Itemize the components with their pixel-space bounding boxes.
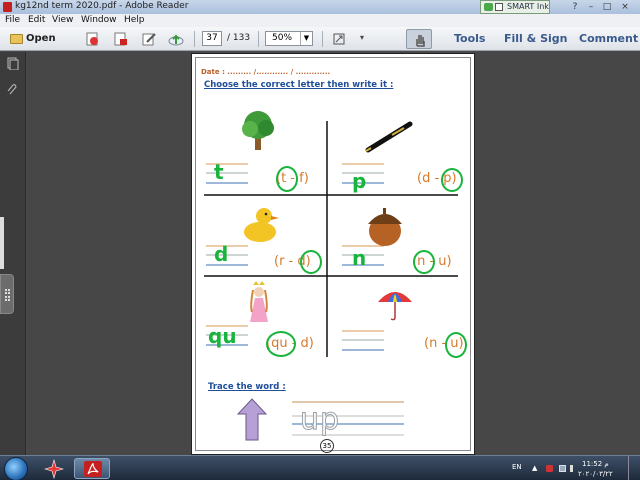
help-icon[interactable]: ? xyxy=(570,2,580,12)
clock-date: ٢٠٢٠/٠٣/٢٢ xyxy=(578,470,613,478)
zoom-value: 50% xyxy=(272,33,293,43)
navigation-pane-handle[interactable] xyxy=(0,274,14,314)
answer-circle-u xyxy=(445,332,467,358)
export-pdf-icon[interactable] xyxy=(112,31,128,47)
toolbar-separator xyxy=(258,31,259,47)
folder-icon xyxy=(10,34,23,44)
tools-pane-link[interactable]: Tools xyxy=(454,32,485,45)
volume-icon[interactable] xyxy=(570,465,577,472)
chevron-down-icon[interactable]: ▼ xyxy=(300,32,312,45)
system-clock[interactable]: 11:52 م ٢٠٢٠/٠٣/٢٢ xyxy=(578,459,613,479)
show-desktop-button[interactable] xyxy=(628,456,640,480)
smart-ink-toolbar[interactable]: SMART Ink xyxy=(480,0,550,14)
hand-tool-button[interactable] xyxy=(406,29,432,49)
navigation-pane xyxy=(0,52,26,455)
menu-bar: File Edit View Window Help xyxy=(0,14,640,27)
close-button[interactable]: × xyxy=(620,2,630,12)
hand-icon xyxy=(416,35,425,47)
answer-circle-t xyxy=(276,166,298,192)
page-number-input[interactable]: 37 xyxy=(202,31,222,46)
adobe-reader-icon xyxy=(84,461,102,477)
trace-word: up xyxy=(299,402,341,438)
pdf-page: Date : ......... /............ / .......… xyxy=(191,53,475,455)
answer-t: t xyxy=(214,160,224,184)
fit-page-icon[interactable] xyxy=(331,31,347,47)
answer-p: p xyxy=(352,169,367,193)
title-bar: kg12nd term 2020.pdf - Adobe Reader SMAR… xyxy=(0,0,640,14)
menu-help[interactable]: Help xyxy=(124,15,145,25)
answer-circle-qu xyxy=(266,331,296,357)
writing-lines-1 xyxy=(206,163,248,184)
duck-picture xyxy=(244,208,279,242)
clock-time: 11:52 م xyxy=(582,460,609,468)
menu-window[interactable]: Window xyxy=(81,15,117,25)
answer-qu: qu xyxy=(208,324,237,348)
open-label: Open xyxy=(26,33,56,44)
start-button[interactable] xyxy=(4,457,28,480)
cloud-upload-icon[interactable] xyxy=(168,31,184,47)
writing-lines-6 xyxy=(342,330,384,351)
page-thumbnails-icon[interactable] xyxy=(6,57,19,70)
umbrella-picture xyxy=(378,292,412,321)
answer-n: n xyxy=(352,246,367,270)
more-tools-chevron-icon[interactable]: ▾ xyxy=(360,33,364,42)
toolbar: Open 37 / 133 50% ▼ ▾ Tools Fill & Sign … xyxy=(0,27,640,51)
answer-d: d xyxy=(214,242,229,266)
acorn-picture xyxy=(368,208,402,246)
maximize-button[interactable]: □ xyxy=(602,2,612,12)
minimize-button[interactable]: – xyxy=(586,2,596,12)
taskbar-adobe-reader[interactable] xyxy=(74,458,110,479)
menu-edit[interactable]: Edit xyxy=(28,15,45,25)
open-button[interactable]: Open xyxy=(6,30,58,48)
create-pdf-icon[interactable] xyxy=(84,31,100,47)
page-number-label: 35 xyxy=(320,439,334,453)
answer-circle-p xyxy=(441,168,463,192)
answer-circle-n xyxy=(413,250,435,274)
smart-ink-label: SMART Ink xyxy=(507,2,549,11)
edit-pdf-icon[interactable] xyxy=(141,31,157,47)
pane-edge-tab xyxy=(0,217,4,269)
window-title: kg12nd term 2020.pdf - Adobe Reader xyxy=(15,1,189,11)
pen-picture xyxy=(365,121,413,153)
queen-picture xyxy=(250,281,268,322)
menu-view[interactable]: View xyxy=(52,15,73,25)
up-arrow-picture xyxy=(236,398,268,441)
grip-icon xyxy=(5,289,10,301)
smart-ink-icon[interactable] xyxy=(484,3,493,11)
smart-ink-window-icon[interactable] xyxy=(495,3,503,11)
input-language-indicator[interactable]: EN xyxy=(512,463,522,471)
notification-flag-icon[interactable] xyxy=(546,465,553,472)
toolbar-separator xyxy=(194,31,195,47)
answer-circle-d xyxy=(300,250,322,274)
toolbar-separator xyxy=(322,31,323,47)
show-hidden-icons-chevron-icon[interactable]: ▲ xyxy=(532,465,539,472)
app-launcher-icon[interactable] xyxy=(44,459,64,479)
network-icon[interactable] xyxy=(559,465,566,472)
fill-sign-pane-link[interactable]: Fill & Sign xyxy=(504,32,567,45)
zoom-select[interactable]: 50% ▼ xyxy=(265,31,313,46)
taskbar: EN ▲ 11:52 م ٢٠٢٠/٠٣/٢٢ xyxy=(0,455,640,480)
page-total: / 133 xyxy=(227,33,251,43)
comment-pane-link[interactable]: Comment xyxy=(579,32,638,45)
adobe-reader-icon xyxy=(3,2,12,12)
tree-picture xyxy=(242,111,274,150)
attachments-paperclip-icon[interactable] xyxy=(6,83,19,96)
menu-file[interactable]: File xyxy=(5,15,20,25)
trace-section-title: Trace the word : xyxy=(208,382,286,392)
